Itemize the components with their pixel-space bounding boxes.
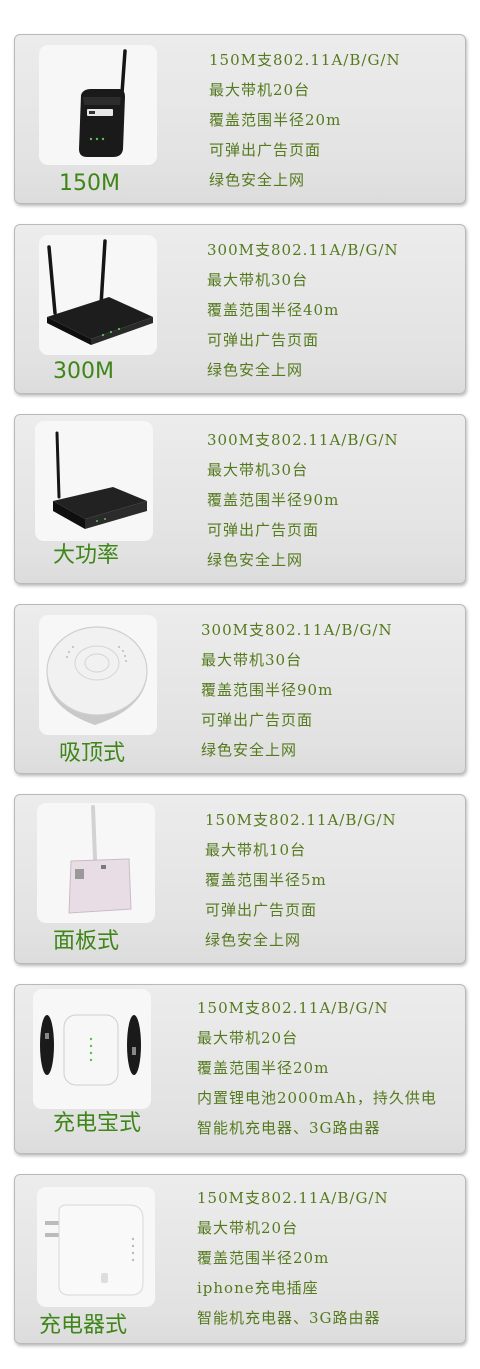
product-card-power-bank: 充电宝式 150M支802.11A/B/G/N 最大带机20台 覆盖范围半径20… [14,984,466,1154]
spec-line: 智能机充电器、3G路由器 [197,1309,381,1327]
spec-list: 150M支802.11A/B/G/N 最大带机10台 覆盖范围半径5m 可弹出广… [205,805,397,955]
spec-line: 最大带机20台 [209,81,311,99]
product-name: 充电器式 [39,1313,128,1338]
spec-line: 150M支802.11A/B/G/N [197,1189,389,1207]
spec-line: 300M支802.11A/B/G/N [207,431,399,449]
product-name: 面板式 [53,929,120,954]
spec-list: 300M支802.11A/B/G/N 最大带机30台 覆盖范围半径90m 可弹出… [207,425,399,575]
spec-line: 覆盖范围半径90m [207,491,340,509]
spec-line: 绿色安全上网 [209,171,306,189]
spec-line: 最大带机20台 [197,1029,299,1047]
product-name: 充电宝式 [53,1111,142,1136]
charger-router-icon [37,1187,155,1307]
spec-line: 可弹出广告页面 [207,331,320,349]
spec-line: 最大带机30台 [207,461,309,479]
spec-line: 可弹出广告页面 [207,521,320,539]
product-card-high-power: 大功率 300M支802.11A/B/G/N 最大带机30台 覆盖范围半径90m… [14,414,466,584]
spec-list: 300M支802.11A/B/G/N 最大带机30台 覆盖范围半径40m 可弹出… [207,235,399,385]
spec-line: 绿色安全上网 [207,361,304,379]
spec-line: 可弹出广告页面 [209,141,322,159]
router-dual-antenna-icon [39,235,157,355]
spec-line: 绿色安全上网 [205,931,302,949]
spec-line: 覆盖范围半径20m [197,1249,330,1267]
spec-line: 300M支802.11A/B/G/N [201,621,393,639]
power-bank-router-icon [33,989,151,1109]
product-card-charger: 充电器式 150M支802.11A/B/G/N 最大带机20台 覆盖范围半径20… [14,1174,466,1344]
spec-line: 150M支802.11A/B/G/N [205,811,397,829]
spec-list: 150M支802.11A/B/G/N 最大带机20台 覆盖范围半径20m iph… [197,1183,389,1333]
product-name: 吸顶式 [59,741,126,766]
spec-list: 150M支802.11A/B/G/N 最大带机20台 覆盖范围半径20m 可弹出… [209,45,401,195]
spec-line: 内置锂电池2000mAh，持久供电 [197,1089,437,1107]
spec-line: 覆盖范围半径40m [207,301,340,319]
spec-line: 覆盖范围半径5m [205,871,327,889]
product-name: 300M [53,359,114,384]
spec-list: 300M支802.11A/B/G/N 最大带机30台 覆盖范围半径90m 可弹出… [201,615,393,765]
product-name: 大功率 [53,543,120,568]
spec-line: 绿色安全上网 [201,741,298,759]
spec-line: 最大带机30台 [207,271,309,289]
spec-line: 可弹出广告页面 [201,711,314,729]
product-card-150m: 150M 150M支802.11A/B/G/N 最大带机20台 覆盖范围半径20… [14,34,466,204]
spec-line: 覆盖范围半径90m [201,681,334,699]
router-high-power-icon [35,421,153,541]
spec-line: 覆盖范围半径20m [197,1059,330,1077]
router-single-antenna-icon [39,45,157,165]
spec-line: 最大带机10台 [205,841,307,859]
product-card-panel: 面板式 150M支802.11A/B/G/N 最大带机10台 覆盖范围半径5m … [14,794,466,964]
spec-line: 智能机充电器、3G路由器 [197,1119,381,1137]
ceiling-access-point-icon [39,615,157,735]
spec-line: 300M支802.11A/B/G/N [207,241,399,259]
spec-line: 最大带机20台 [197,1219,299,1237]
wall-panel-access-point-icon [37,803,155,923]
spec-line: 可弹出广告页面 [205,901,318,919]
spec-line: 最大带机30台 [201,651,303,669]
spec-line: 150M支802.11A/B/G/N [197,999,389,1017]
spec-line: 绿色安全上网 [207,551,304,569]
spec-line: iphone充电插座 [197,1279,319,1297]
spec-line: 覆盖范围半径20m [209,111,342,129]
product-card-ceiling: 吸顶式 300M支802.11A/B/G/N 最大带机30台 覆盖范围半径90m… [14,604,466,774]
spec-list: 150M支802.11A/B/G/N 最大带机20台 覆盖范围半径20m 内置锂… [197,993,437,1143]
product-card-300m: 300M 300M支802.11A/B/G/N 最大带机30台 覆盖范围半径40… [14,224,466,394]
spec-line: 150M支802.11A/B/G/N [209,51,401,69]
product-name: 150M [59,171,120,196]
